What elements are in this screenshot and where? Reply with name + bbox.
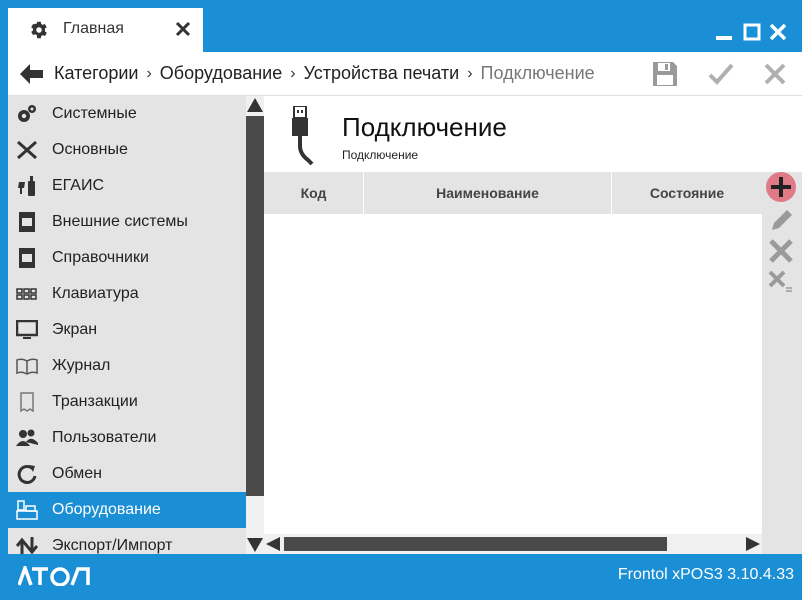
atol-logo <box>18 566 90 586</box>
sidebar-item-label: Внешние системы <box>52 213 188 230</box>
sidebar-item-equipment[interactable]: Оборудование <box>8 492 246 528</box>
edit-icon[interactable] <box>766 206 796 236</box>
maximize-icon[interactable] <box>742 22 762 42</box>
cancel-icon[interactable] <box>762 61 788 87</box>
save-icon[interactable] <box>652 61 678 87</box>
sidebar-item-label: Экспорт/Импорт <box>52 537 173 554</box>
page-title: Подключение <box>342 112 507 142</box>
minimize-icon[interactable] <box>714 22 734 42</box>
sidebar-item-label: Экран <box>52 321 98 338</box>
gears-icon <box>18 105 36 122</box>
table-header: Код Наименование Состояние <box>264 172 762 214</box>
breadcrumb-item-equipment[interactable]: Оборудование <box>160 63 282 84</box>
page-subtitle: Подключение <box>342 148 419 162</box>
breadcrumb-item-current: Подключение <box>480 63 595 83</box>
sidebar-item-references[interactable]: Справочники <box>8 240 246 276</box>
sidebar-item-label: Обмен <box>52 465 102 482</box>
sidebar-item-label: Основные <box>52 141 128 158</box>
title-bar: Главная <box>0 0 802 52</box>
tab-title: Главная <box>63 20 124 37</box>
sidebar-item-label: Транзакции <box>52 393 138 410</box>
tab-home[interactable]: Главная <box>8 8 203 52</box>
sidebar-item-system[interactable]: Системные <box>8 96 246 132</box>
sidebar-item-export-import[interactable]: Экспорт/Импорт <box>8 528 246 554</box>
cash-register-icon <box>16 500 38 520</box>
check-icon[interactable] <box>708 61 734 87</box>
column-header-code[interactable]: Код <box>264 172 364 214</box>
gear-icon <box>31 21 47 39</box>
sync-icon <box>17 464 37 484</box>
sidebar-item-keyboard[interactable]: Клавиатура <box>8 276 246 312</box>
breadcrumb-item-categories[interactable]: Категории <box>54 63 138 84</box>
sidebar-item-journal[interactable]: Журнал <box>8 348 246 384</box>
sidebar-item-main[interactable]: Основные <box>8 132 246 168</box>
table-horizontal-scrollbar[interactable] <box>264 534 762 554</box>
book-icon <box>19 212 35 232</box>
export-import-icon <box>16 537 38 554</box>
tools-icon <box>17 140 37 160</box>
main-content: Подключение Подключение Код Наименование… <box>264 96 802 554</box>
toolbar-strip <box>762 534 802 554</box>
column-header-name[interactable]: Наименование <box>364 172 612 214</box>
sidebar-item-label: Пользователи <box>52 429 157 446</box>
usb-icon <box>292 106 314 166</box>
sidebar-item-label: Журнал <box>52 357 111 374</box>
users-icon <box>16 429 38 446</box>
sidebar: Системные Основные ЕГАИС Внешние системы… <box>8 96 246 554</box>
content-header: Подключение Подключение <box>264 96 802 172</box>
sidebar-item-egais[interactable]: ЕГАИС <box>8 168 246 204</box>
sidebar-item-label: Справочники <box>52 249 149 266</box>
window-close-icon[interactable] <box>768 22 788 42</box>
sidebar-item-transactions[interactable]: Транзакции <box>8 384 246 420</box>
bottles-icon <box>18 176 35 196</box>
breadcrumb: Категории › Оборудование › Устройства пе… <box>54 63 595 84</box>
scroll-up-icon[interactable] <box>247 98 263 112</box>
sidebar-item-label: Системные <box>52 105 137 122</box>
sidebar-item-exchange[interactable]: Обмен <box>8 456 246 492</box>
breadcrumb-separator: › <box>467 64 473 82</box>
receipt-icon <box>20 392 34 412</box>
delete-icon[interactable] <box>766 236 796 266</box>
sidebar-item-users[interactable]: Пользователи <box>8 420 246 456</box>
monitor-icon <box>16 320 38 339</box>
sidebar-scrollbar[interactable] <box>246 96 264 554</box>
table-body <box>264 214 762 534</box>
breadcrumb-item-print-devices[interactable]: Устройства печати <box>304 63 460 84</box>
sidebar-item-screen[interactable]: Экран <box>8 312 246 348</box>
tab-close-icon[interactable] <box>174 20 192 38</box>
scroll-left-icon[interactable] <box>266 537 280 551</box>
sidebar-item-label: ЕГАИС <box>52 177 104 194</box>
scrollbar-thumb[interactable] <box>284 537 667 551</box>
journal-icon <box>16 358 38 375</box>
sidebar-item-label: Клавиатура <box>52 285 139 302</box>
breadcrumb-separator: › <box>290 64 296 82</box>
table-toolbar <box>762 172 802 534</box>
navigation-bar: Категории › Оборудование › Устройства пе… <box>8 52 802 96</box>
keyboard-icon <box>16 288 37 300</box>
scroll-down-icon[interactable] <box>247 538 263 552</box>
book-icon <box>19 248 35 268</box>
connections-table: Код Наименование Состояние <box>264 172 762 534</box>
version-label: Frontol xPOS3 3.10.4.33 <box>617 566 794 583</box>
delete-all-icon[interactable] <box>766 266 796 296</box>
status-bar: Frontol xPOS3 3.10.4.33 <box>0 554 802 600</box>
add-icon[interactable] <box>766 172 796 202</box>
back-arrow-icon[interactable] <box>18 63 44 85</box>
sidebar-item-external-systems[interactable]: Внешние системы <box>8 204 246 240</box>
scrollbar-thumb[interactable] <box>246 116 264 496</box>
sidebar-item-label: Оборудование <box>52 501 161 518</box>
scroll-right-icon[interactable] <box>746 537 760 551</box>
breadcrumb-separator: › <box>146 64 152 82</box>
column-header-status[interactable]: Состояние <box>612 172 762 214</box>
